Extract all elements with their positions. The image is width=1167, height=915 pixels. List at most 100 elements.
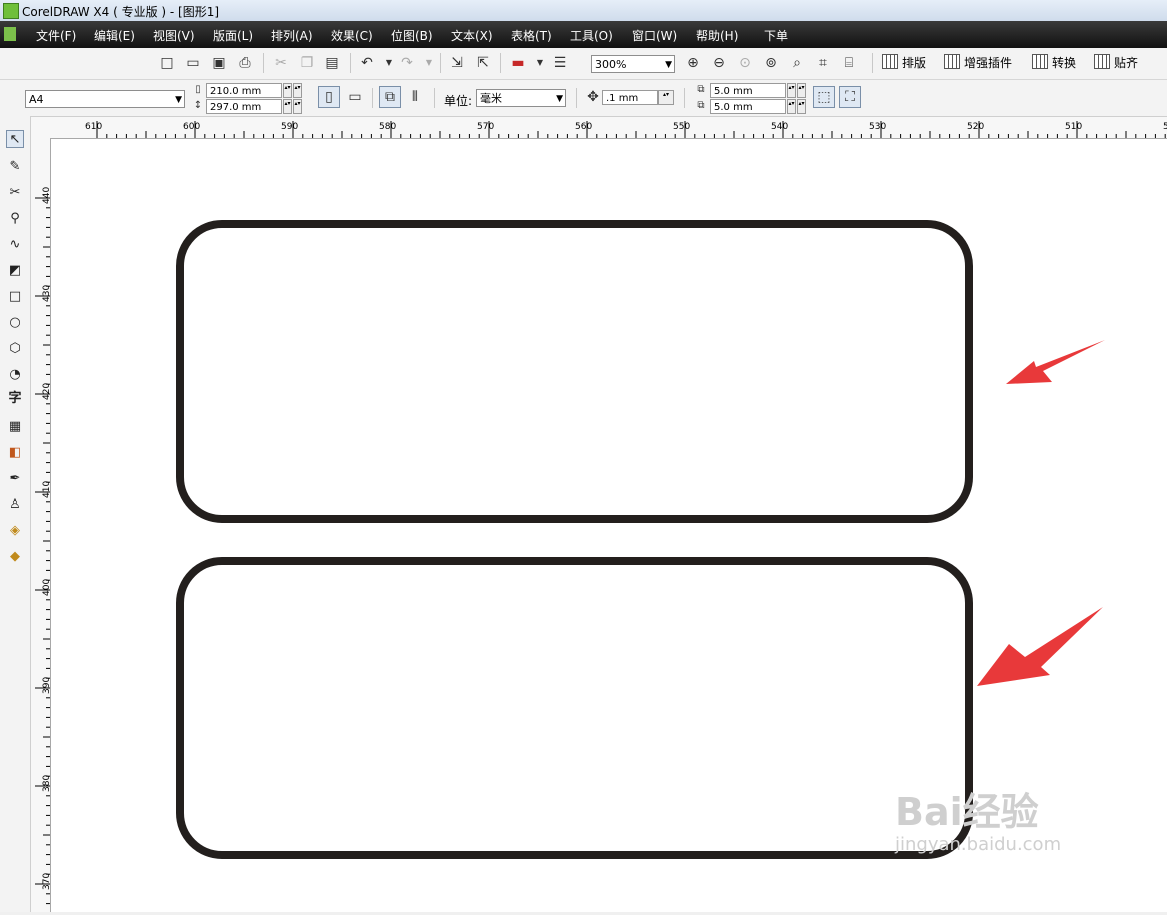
interactive-blend-tool-icon[interactable]: ◧ bbox=[6, 444, 24, 462]
convert-plugin-button[interactable]: 转换 bbox=[1032, 54, 1076, 71]
menu-layout[interactable]: 版面(L) bbox=[213, 27, 253, 44]
page-size-select[interactable]: A4 ▼ bbox=[25, 90, 185, 108]
plugin-icon bbox=[1032, 54, 1048, 69]
ruler-label: 50 bbox=[1163, 122, 1167, 132]
redo-dropdown-icon[interactable]: ▼ bbox=[420, 54, 438, 72]
ruler-label: 430 bbox=[42, 285, 50, 302]
nudge-spinner[interactable]: ▴▾ bbox=[658, 90, 674, 105]
vertical-ruler-ticks: 440 430 420 410 400 390 380 370 bbox=[35, 187, 52, 905]
toolbar-separator bbox=[372, 88, 373, 108]
ruler-origin[interactable] bbox=[31, 117, 51, 139]
eyedropper-tool-icon[interactable]: ✒ bbox=[6, 470, 24, 488]
new-document-icon[interactable]: □ bbox=[158, 54, 176, 72]
smart-fill-tool-icon[interactable]: ◩ bbox=[6, 262, 24, 280]
height-spinner[interactable]: ▴▾ bbox=[283, 99, 292, 114]
zoom-page-height-icon[interactable]: ⌸ bbox=[840, 54, 858, 72]
open-folder-icon[interactable]: ▭ bbox=[184, 54, 202, 72]
pick-tool-icon[interactable]: ↖ bbox=[6, 130, 24, 148]
basic-shapes-tool-icon[interactable]: ◔ bbox=[6, 366, 24, 384]
menu-edit[interactable]: 编辑(E) bbox=[94, 27, 135, 44]
text-tool-icon[interactable]: 字 bbox=[6, 390, 24, 408]
property-bar: A4 ▼ ▯ 210.0 mm ▴▾ ▴▾ ↕ 297.0 mm ▴▾ ▴▾ ▯… bbox=[0, 80, 1167, 117]
ruler-label: 520 bbox=[967, 122, 984, 132]
zoom-levels-select[interactable]: 300% ▼ bbox=[591, 55, 675, 73]
menu-tools[interactable]: 工具(O) bbox=[570, 27, 613, 44]
export-icon[interactable]: ⇱ bbox=[474, 54, 492, 72]
document-icon[interactable] bbox=[4, 27, 16, 41]
rounded-rectangle-2[interactable] bbox=[176, 557, 973, 859]
interactive-fill-tool-icon[interactable]: ◆ bbox=[6, 548, 24, 566]
redo-icon[interactable]: ↷ bbox=[398, 54, 416, 72]
paste-icon[interactable]: ▤ bbox=[323, 54, 341, 72]
chevron-down-icon: ▼ bbox=[175, 95, 182, 105]
red-arrow-1 bbox=[1006, 340, 1105, 384]
fill-tool-icon[interactable]: ◈ bbox=[6, 522, 24, 540]
horizontal-ruler[interactable]: 610 600 590 580 570 560 550 540 530 520 510 50 bbox=[50, 117, 1167, 139]
rectangle-tool-icon[interactable]: □ bbox=[6, 288, 24, 306]
polygon-tool-icon[interactable]: ⬡ bbox=[6, 340, 24, 358]
zoom-page-width-icon[interactable]: ⌗ bbox=[814, 54, 832, 72]
menu-window[interactable]: 窗口(W) bbox=[632, 27, 677, 44]
unit-label: 单位: bbox=[444, 94, 473, 108]
welcome-screen-icon[interactable]: ☰ bbox=[551, 54, 569, 72]
print-icon[interactable]: ⎙ bbox=[236, 54, 254, 72]
save-icon[interactable]: ▣ bbox=[210, 54, 228, 72]
all-pages-icon: ⧉ bbox=[385, 89, 395, 105]
undo-dropdown-icon[interactable]: ▼ bbox=[380, 54, 398, 72]
menu-help[interactable]: 帮助(H) bbox=[696, 27, 738, 44]
freehand-tool-icon[interactable]: ∿ bbox=[6, 236, 24, 254]
menu-table[interactable]: 表格(T) bbox=[511, 27, 552, 44]
duplicate-x-field[interactable]: 5.0 mm bbox=[710, 83, 786, 98]
page-height-field[interactable]: 297.0 mm bbox=[206, 99, 282, 114]
duplicate-x-spinner[interactable]: ▴▾ bbox=[787, 83, 796, 98]
zoom-in-icon[interactable]: ⊕ bbox=[684, 54, 702, 72]
menu-order[interactable]: 下单 bbox=[764, 27, 788, 44]
table-tool-icon[interactable]: ▦ bbox=[6, 418, 24, 436]
ellipse-tool-icon[interactable]: ○ bbox=[6, 314, 24, 332]
undo-icon[interactable]: ↶ bbox=[358, 54, 376, 72]
landscape-icon[interactable]: ▭ bbox=[346, 88, 364, 106]
menu-effects[interactable]: 效果(C) bbox=[331, 27, 373, 44]
zoom-page-icon[interactable]: ⌕ bbox=[788, 54, 806, 72]
enhance-plugin-button[interactable]: 增强插件 bbox=[944, 54, 1012, 71]
width-lock[interactable]: ▴▾ bbox=[293, 83, 302, 98]
duplicate-y-spinner-2[interactable]: ▴▾ bbox=[797, 99, 806, 114]
menu-text[interactable]: 文本(X) bbox=[451, 27, 493, 44]
watermark-brand: Bai经验 bbox=[895, 790, 1039, 834]
outline-tool-icon[interactable]: ♙ bbox=[6, 496, 24, 514]
cut-icon[interactable]: ✂ bbox=[272, 54, 290, 72]
current-page-icon[interactable]: ⫴ bbox=[406, 88, 424, 106]
duplicate-y-field[interactable]: 5.0 mm bbox=[710, 99, 786, 114]
launcher-dropdown-icon[interactable]: ▼ bbox=[531, 54, 549, 72]
ruler-label: 440 bbox=[42, 187, 50, 204]
snap-plugin-button[interactable]: 贴齐 bbox=[1094, 54, 1138, 71]
unit-select[interactable]: 毫米 ▼ bbox=[476, 89, 566, 107]
crop-tool-icon[interactable]: ✂ bbox=[6, 184, 24, 202]
page-height-icon: ↕ bbox=[193, 100, 203, 111]
width-spinner[interactable]: ▴▾ bbox=[283, 83, 292, 98]
application-launcher-icon[interactable]: ▬ bbox=[509, 54, 527, 72]
duplicate-y-spinner[interactable]: ▴▾ bbox=[787, 99, 796, 114]
vertical-ruler[interactable]: 440 430 420 410 400 390 380 370 bbox=[31, 138, 52, 912]
shape-tool-icon[interactable]: ✎ bbox=[6, 158, 24, 176]
zoom-tool-icon[interactable]: ⚲ bbox=[6, 210, 24, 228]
duplicate-x-spinner-2[interactable]: ▴▾ bbox=[797, 83, 806, 98]
duplicate-y-icon: ⧉ bbox=[697, 100, 705, 111]
page-width-field[interactable]: 210.0 mm bbox=[206, 83, 282, 98]
menu-file[interactable]: 文件(F) bbox=[36, 27, 76, 44]
menu-arrange[interactable]: 排列(A) bbox=[271, 27, 313, 44]
ruler-label: 390 bbox=[42, 677, 50, 694]
menu-view[interactable]: 视图(V) bbox=[153, 27, 195, 44]
toolbar-separator bbox=[872, 53, 873, 73]
menu-bitmaps[interactable]: 位图(B) bbox=[391, 27, 433, 44]
layout-plugin-button[interactable]: 排版 bbox=[882, 54, 926, 71]
rounded-rectangle-1[interactable] bbox=[176, 220, 973, 523]
ruler-label: 600 bbox=[183, 122, 200, 132]
copy-icon[interactable]: ❐ bbox=[298, 54, 316, 72]
zoom-out-icon[interactable]: ⊖ bbox=[710, 54, 728, 72]
nudge-distance-field[interactable]: .1 mm bbox=[602, 90, 658, 105]
import-icon[interactable]: ⇲ bbox=[448, 54, 466, 72]
zoom-selected-icon[interactable]: ⊙ bbox=[736, 54, 754, 72]
zoom-all-objects-icon[interactable]: ⊚ bbox=[762, 54, 780, 72]
height-lock[interactable]: ▴▾ bbox=[293, 99, 302, 114]
